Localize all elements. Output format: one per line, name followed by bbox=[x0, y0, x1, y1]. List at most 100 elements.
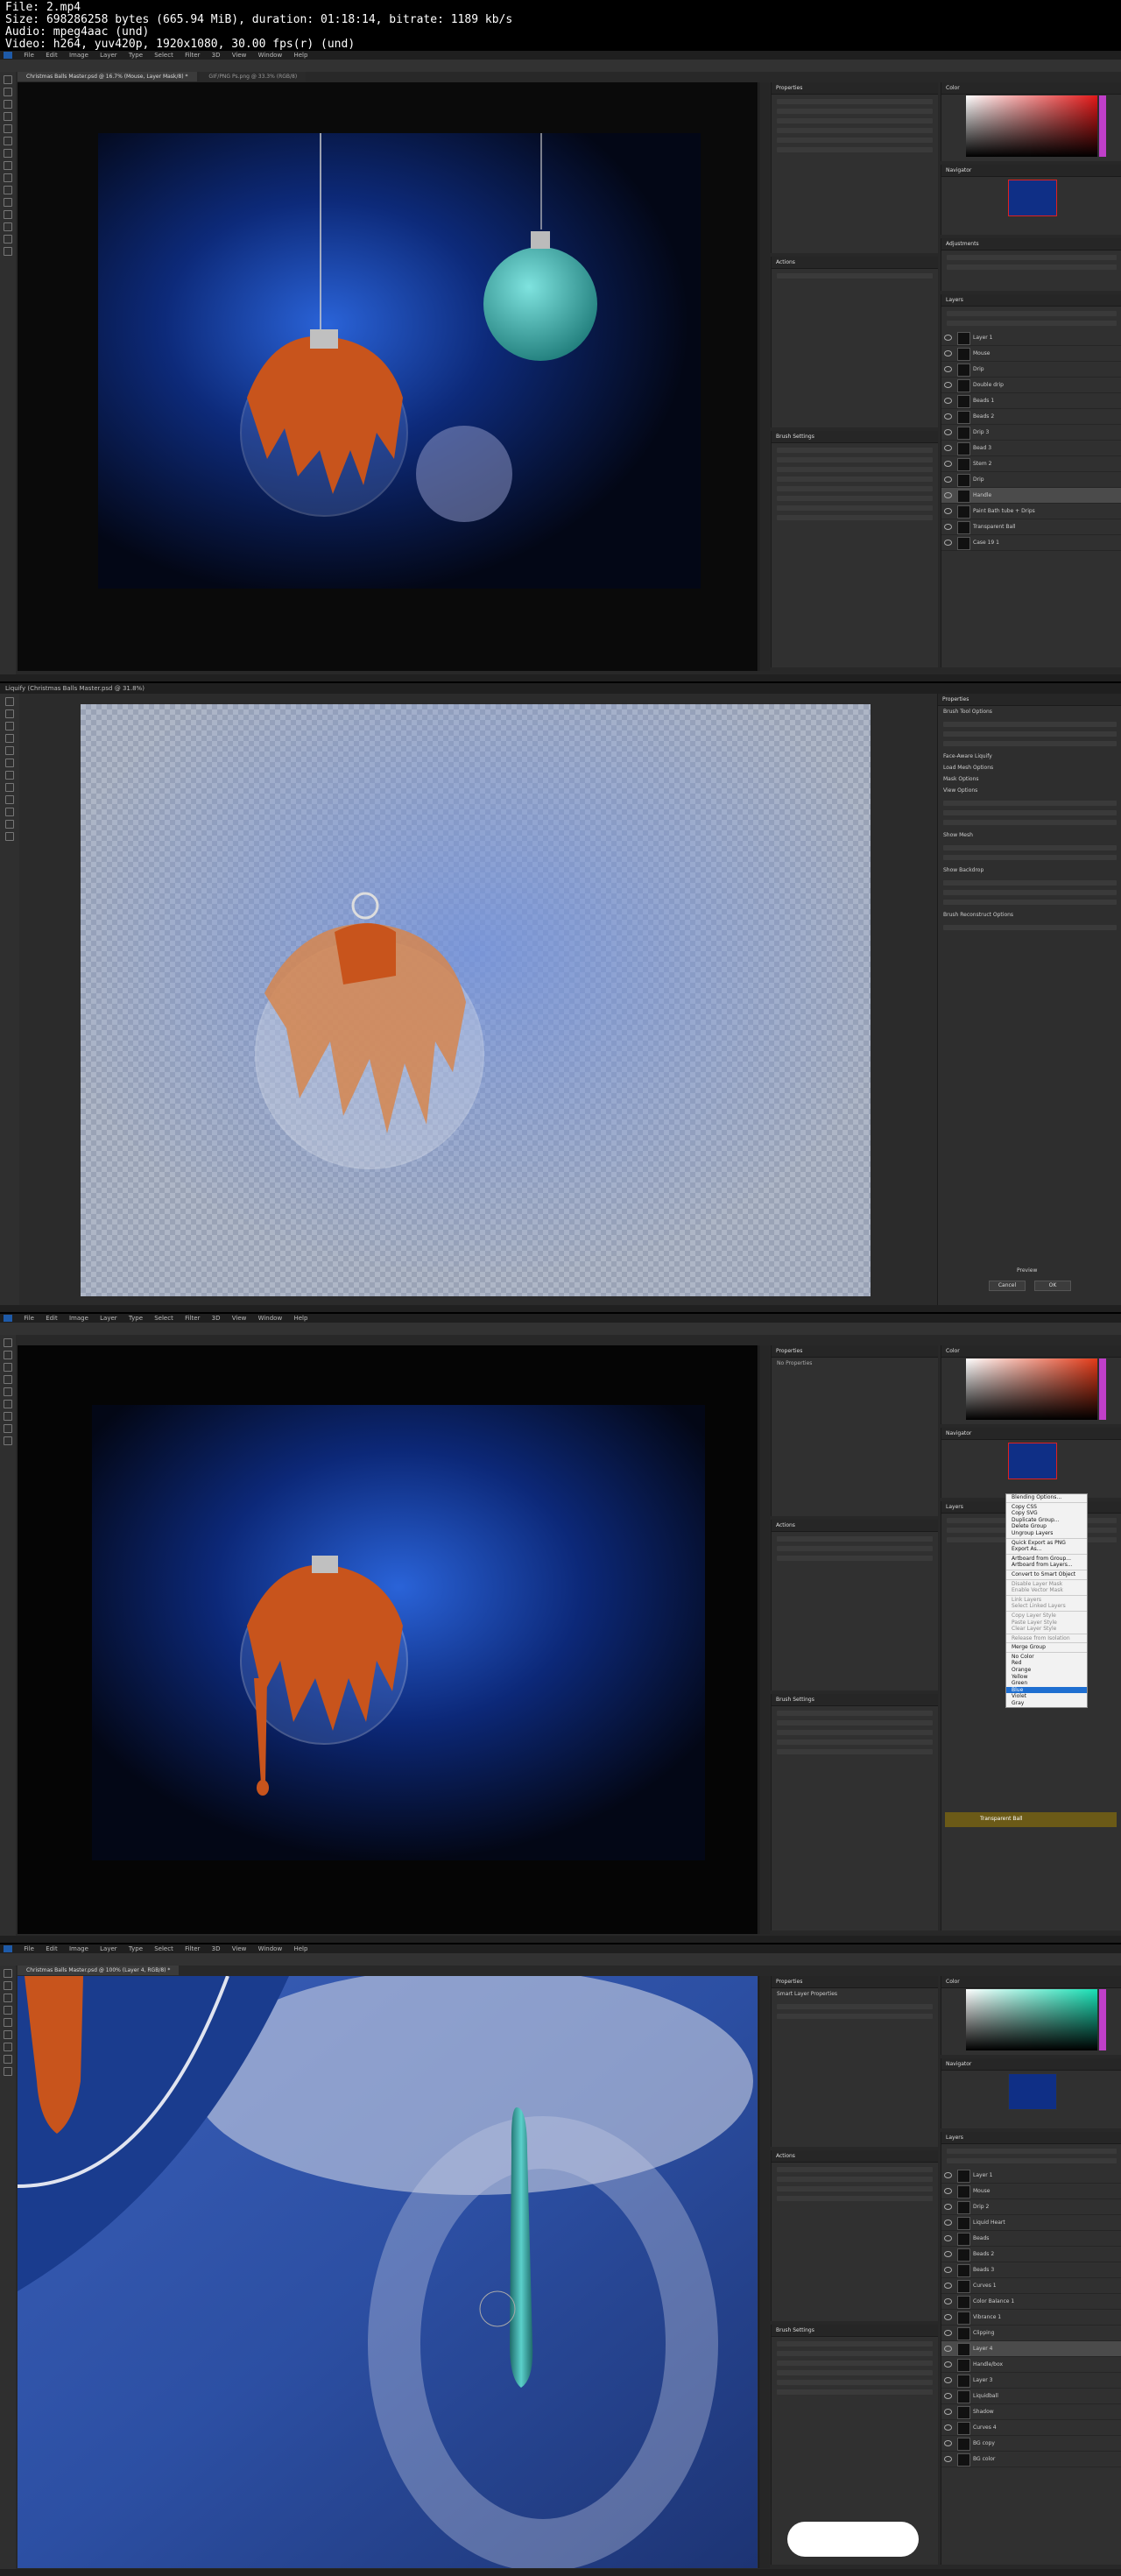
context-menu-item[interactable]: Copy Layer Style bbox=[1006, 1613, 1087, 1620]
eraser-tool-icon[interactable] bbox=[4, 2030, 12, 2039]
menu-window[interactable]: Window bbox=[258, 52, 283, 59]
brush-tool-icon[interactable] bbox=[4, 2018, 12, 2027]
layer-row[interactable]: Liquid Heart bbox=[941, 2215, 1121, 2231]
eye-icon[interactable] bbox=[944, 2283, 952, 2289]
layer-row[interactable]: Paint Bath tube + Drips bbox=[941, 504, 1121, 519]
menu-filter[interactable]: Filter bbox=[185, 52, 200, 59]
context-menu-item[interactable]: Artboard from Group... bbox=[1006, 1556, 1087, 1563]
context-menu-item[interactable]: Merge Group bbox=[1006, 1644, 1087, 1651]
brush-reconstruct-heading[interactable]: Brush Reconstruct Options bbox=[938, 909, 1121, 921]
eye-icon[interactable] bbox=[944, 445, 952, 451]
context-menu-item[interactable]: Green bbox=[1006, 1680, 1087, 1687]
navigator-thumbnail[interactable] bbox=[1008, 1443, 1057, 1479]
menu-edit[interactable]: Edit bbox=[46, 52, 58, 59]
zoom-tool-icon[interactable] bbox=[4, 1436, 12, 1445]
layer-row[interactable]: Curves 4 bbox=[941, 2420, 1121, 2436]
eye-icon[interactable] bbox=[944, 540, 952, 546]
freeze-mask-tool-icon[interactable] bbox=[5, 783, 14, 792]
color-picker-field[interactable] bbox=[966, 1989, 1106, 2050]
document-canvas[interactable] bbox=[18, 1345, 758, 1934]
context-menu-item[interactable]: Enable Vector Mask bbox=[1006, 1587, 1087, 1594]
menu-help[interactable]: Help bbox=[293, 1945, 307, 1952]
menu-view[interactable]: View bbox=[232, 1945, 247, 1952]
navigator-thumbnail[interactable] bbox=[1008, 180, 1057, 216]
layer-row[interactable]: Color Balance 1 bbox=[941, 2294, 1121, 2310]
move-tool-icon[interactable] bbox=[4, 1969, 12, 1978]
load-mesh-heading[interactable]: Load Mesh Options bbox=[938, 762, 1121, 773]
hand-tool-icon[interactable] bbox=[4, 235, 12, 243]
brush-tool-icon[interactable] bbox=[4, 161, 12, 170]
menu-help[interactable]: Help bbox=[293, 1315, 307, 1322]
layer-row[interactable]: Curves 1 bbox=[941, 2278, 1121, 2294]
menu-filter[interactable]: Filter bbox=[185, 1315, 200, 1322]
move-tool-icon[interactable] bbox=[4, 75, 12, 84]
pen-tool-icon[interactable] bbox=[4, 210, 12, 219]
type-tool-icon[interactable] bbox=[4, 2055, 12, 2064]
eye-icon[interactable] bbox=[944, 2424, 952, 2431]
menu-window[interactable]: Window bbox=[258, 1315, 283, 1322]
eye-icon[interactable] bbox=[944, 461, 952, 467]
mask-options-heading[interactable]: Mask Options bbox=[938, 773, 1121, 785]
pen-tool-icon[interactable] bbox=[4, 1412, 12, 1421]
eye-icon[interactable] bbox=[944, 335, 952, 341]
menu-window[interactable]: Window bbox=[258, 1945, 283, 1952]
context-menu-item[interactable]: Blending Options... bbox=[1006, 1494, 1087, 1501]
eye-icon[interactable] bbox=[944, 2346, 952, 2352]
layer-row[interactable]: Beads 3 bbox=[941, 2262, 1121, 2278]
tab-document-1[interactable]: Christmas Balls Master.psd @ 16.7% (Mous… bbox=[18, 72, 197, 81]
menu-edit[interactable]: Edit bbox=[46, 1315, 58, 1322]
layer-row[interactable]: Drip bbox=[941, 362, 1121, 378]
context-menu-item[interactable]: Convert to Smart Object bbox=[1006, 1571, 1087, 1578]
layer-row[interactable]: Layer 1 bbox=[941, 2168, 1121, 2184]
layer-row[interactable]: Liquidball bbox=[941, 2389, 1121, 2404]
show-mesh-checkbox[interactable]: Show Mesh bbox=[938, 829, 1121, 841]
crop-tool-icon[interactable] bbox=[4, 2006, 12, 2015]
context-menu-item[interactable]: Delete Group bbox=[1006, 1523, 1087, 1530]
eye-icon[interactable] bbox=[944, 413, 952, 420]
eye-icon[interactable] bbox=[944, 2188, 952, 2194]
marquee-tool-icon[interactable] bbox=[4, 88, 12, 96]
layer-row[interactable]: Mouse bbox=[941, 346, 1121, 362]
tab-document-2[interactable]: GIF/PNG Ps.png @ 33.3% (RGB/8) bbox=[200, 72, 307, 81]
eye-icon[interactable] bbox=[944, 398, 952, 404]
context-menu-item[interactable]: Copy CSS bbox=[1006, 1504, 1087, 1511]
hand-tool-icon[interactable] bbox=[5, 820, 14, 829]
menu-select[interactable]: Select bbox=[154, 52, 173, 59]
eraser-tool-icon[interactable] bbox=[4, 1400, 12, 1408]
eye-icon[interactable] bbox=[944, 2220, 952, 2226]
layer-row-selected[interactable]: Transparent Ball bbox=[945, 1812, 1117, 1827]
pen-tool-icon[interactable] bbox=[4, 2043, 12, 2051]
eye-icon[interactable] bbox=[944, 2298, 952, 2304]
bloat-tool-icon[interactable] bbox=[5, 759, 14, 767]
eye-icon[interactable] bbox=[944, 2235, 952, 2241]
menu-edit[interactable]: Edit bbox=[46, 1945, 58, 1952]
select-tool-icon[interactable] bbox=[4, 112, 12, 121]
move-tool-icon[interactable] bbox=[4, 1338, 12, 1347]
show-backdrop-checkbox[interactable]: Show Backdrop bbox=[938, 865, 1121, 876]
layer-row[interactable]: Layer 3 bbox=[941, 2373, 1121, 2389]
brush-tool-icon[interactable] bbox=[4, 1387, 12, 1396]
context-menu-item[interactable]: Quick Export as PNG bbox=[1006, 1540, 1087, 1547]
menu-3d[interactable]: 3D bbox=[212, 1315, 221, 1322]
type-tool-icon[interactable] bbox=[4, 1424, 12, 1433]
navigator-thumbnail[interactable] bbox=[1008, 2073, 1057, 2110]
menu-select[interactable]: Select bbox=[154, 1945, 173, 1952]
type-tool-icon[interactable] bbox=[4, 222, 12, 231]
layer-row[interactable]: Double drip bbox=[941, 378, 1121, 393]
cancel-button[interactable]: Cancel bbox=[989, 1281, 1026, 1291]
lasso-tool-icon[interactable] bbox=[4, 1363, 12, 1372]
stamp-tool-icon[interactable] bbox=[4, 173, 12, 182]
preview-checkbox[interactable]: Preview bbox=[1017, 1267, 1037, 1274]
layer-row[interactable]: Vibrance 1 bbox=[941, 2310, 1121, 2325]
eye-icon[interactable] bbox=[944, 2172, 952, 2178]
menu-3d[interactable]: 3D bbox=[212, 52, 221, 59]
context-menu-item[interactable]: Orange bbox=[1006, 1667, 1087, 1674]
eye-icon[interactable] bbox=[944, 2330, 952, 2336]
eye-icon[interactable] bbox=[944, 476, 952, 483]
layer-row[interactable]: Handle/box bbox=[941, 2357, 1121, 2373]
crop-tool-icon[interactable] bbox=[4, 1375, 12, 1384]
eye-icon[interactable] bbox=[944, 2267, 952, 2273]
layer-row[interactable]: Shadow bbox=[941, 2404, 1121, 2420]
eye-icon[interactable] bbox=[944, 2440, 952, 2446]
color-picker-field[interactable] bbox=[966, 1359, 1106, 1420]
